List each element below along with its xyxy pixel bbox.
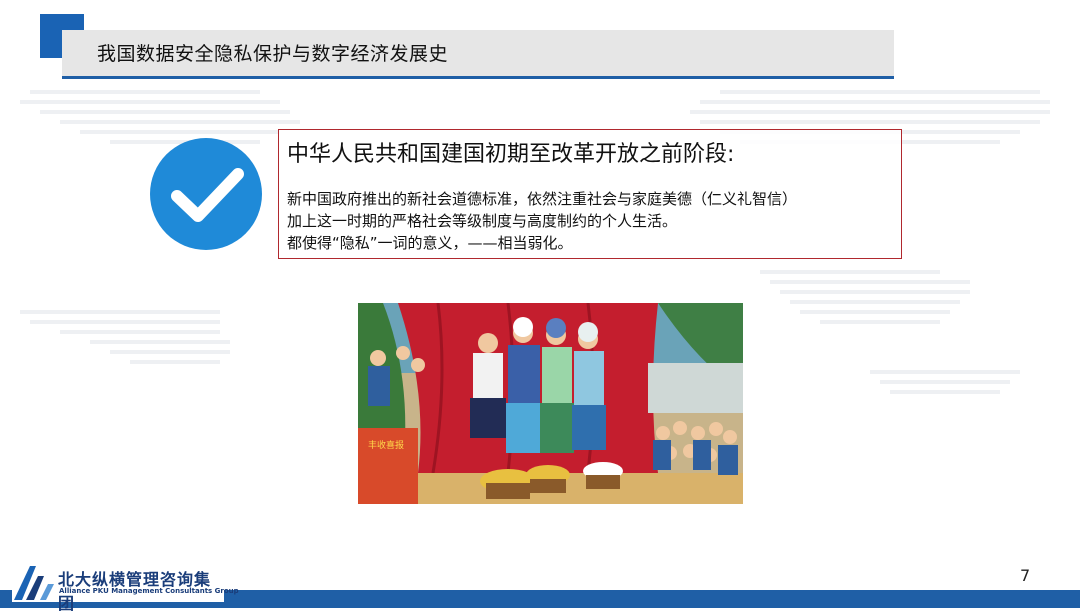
company-logo: 北大纵横管理咨询集团 Alliance PKU Management Consu… — [12, 562, 239, 613]
poster-banner-text: 丰收喜报 — [368, 439, 404, 451]
section-body: 新中国政府推出的新社会道德标准，依然注重社会与家庭美德（仁义礼智信） 加上这一时… — [287, 188, 797, 254]
body-line: 加上这一时期的严格社会等级制度与高度制约的个人生活。 — [287, 212, 678, 230]
body-line: 新中国政府推出的新社会道德标准，依然注重社会与家庭美德（仁义礼智信） — [287, 190, 798, 208]
page-title: 我国数据安全隐私保护与数字经济发展史 — [97, 43, 449, 65]
logo-mark-icon — [14, 566, 54, 600]
check-circle-icon — [150, 138, 262, 250]
title-underline — [62, 76, 894, 79]
body-line: 都使得“隐私”一词的意义，——相当弱化。 — [287, 234, 573, 252]
logo-english-name: Alliance PKU Management Consultants Grou… — [59, 587, 239, 595]
section-heading: 中华人民共和国建国初期至改革开放之前阶段: — [287, 142, 735, 167]
page-number: 7 — [1020, 566, 1031, 585]
propaganda-poster-image: 丰收喜报 — [358, 303, 743, 504]
content-text-box: 中华人民共和国建国初期至改革开放之前阶段: 新中国政府推出的新社会道德标准，依然… — [278, 129, 902, 259]
